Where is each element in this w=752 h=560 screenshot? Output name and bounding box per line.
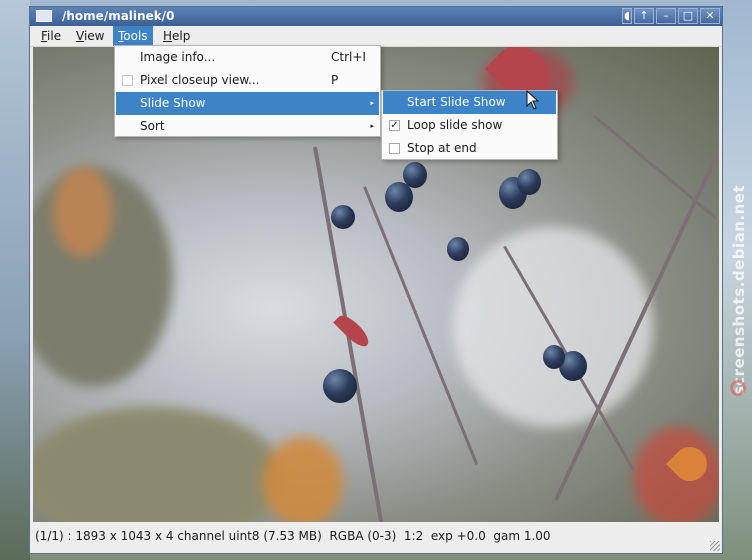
menu-item-slide-show[interactable]: Slide Show ▸: [116, 92, 379, 115]
desktop-background: [0, 0, 30, 560]
maximize-button[interactable]: □: [678, 8, 698, 24]
berry: [543, 345, 565, 369]
submenu-arrow-icon: ▸: [370, 122, 374, 130]
red-leaf: [333, 311, 373, 351]
menu-help[interactable]: Help: [158, 26, 195, 46]
title-bar[interactable]: /home/malinek/0 ◖ ↑ – □ ✕: [30, 7, 722, 26]
shade-button[interactable]: ◖: [622, 8, 632, 24]
mouse-pointer-icon: [526, 90, 540, 110]
berry: [323, 369, 357, 403]
status-text: (1/1) : 1893 x 1043 x 4 channel uint8 (7…: [35, 529, 551, 543]
berry: [517, 169, 541, 195]
close-button[interactable]: ✕: [700, 8, 720, 24]
bg-bokeh: [53, 167, 113, 257]
bg-bokeh: [33, 407, 283, 522]
tools-menu: Image info... Ctrl+I Pixel closeup view.…: [114, 45, 381, 137]
loop-checkbox[interactable]: ✓: [389, 120, 400, 131]
branch: [593, 114, 718, 220]
bg-bokeh: [263, 437, 343, 522]
raise-button[interactable]: ↑: [634, 8, 654, 24]
menu-item-sort[interactable]: Sort ▸: [116, 115, 379, 138]
menu-view[interactable]: View: [71, 26, 109, 46]
menu-tools[interactable]: Tools: [113, 26, 153, 46]
berry: [331, 205, 355, 229]
menu-file[interactable]: File: [36, 26, 66, 46]
status-bar: (1/1) : 1893 x 1043 x 4 channel uint8 (7…: [30, 522, 722, 553]
menu-item-loop-slide-show[interactable]: ✓ Loop slide show: [383, 114, 556, 137]
window-icon[interactable]: [36, 10, 52, 22]
berry: [447, 237, 469, 261]
menu-item-stop-at-end[interactable]: Stop at end: [383, 137, 556, 160]
menu-item-pixel-closeup[interactable]: Pixel closeup view... P: [116, 69, 379, 92]
stop-at-end-checkbox[interactable]: [389, 143, 400, 154]
minimize-button[interactable]: –: [656, 8, 676, 24]
menu-bar: File View Tools Help: [30, 26, 722, 47]
watermark-logo-icon: [730, 380, 746, 396]
resize-grip-icon[interactable]: [710, 541, 720, 551]
berry: [403, 162, 427, 188]
window-controls: ◖ ↑ – □ ✕: [622, 8, 720, 24]
submenu-arrow-icon: ▸: [370, 99, 374, 107]
menu-item-image-info[interactable]: Image info... Ctrl+I: [116, 46, 379, 69]
window-title: /home/malinek/0: [62, 9, 175, 23]
pixel-closeup-checkbox[interactable]: [122, 75, 133, 86]
